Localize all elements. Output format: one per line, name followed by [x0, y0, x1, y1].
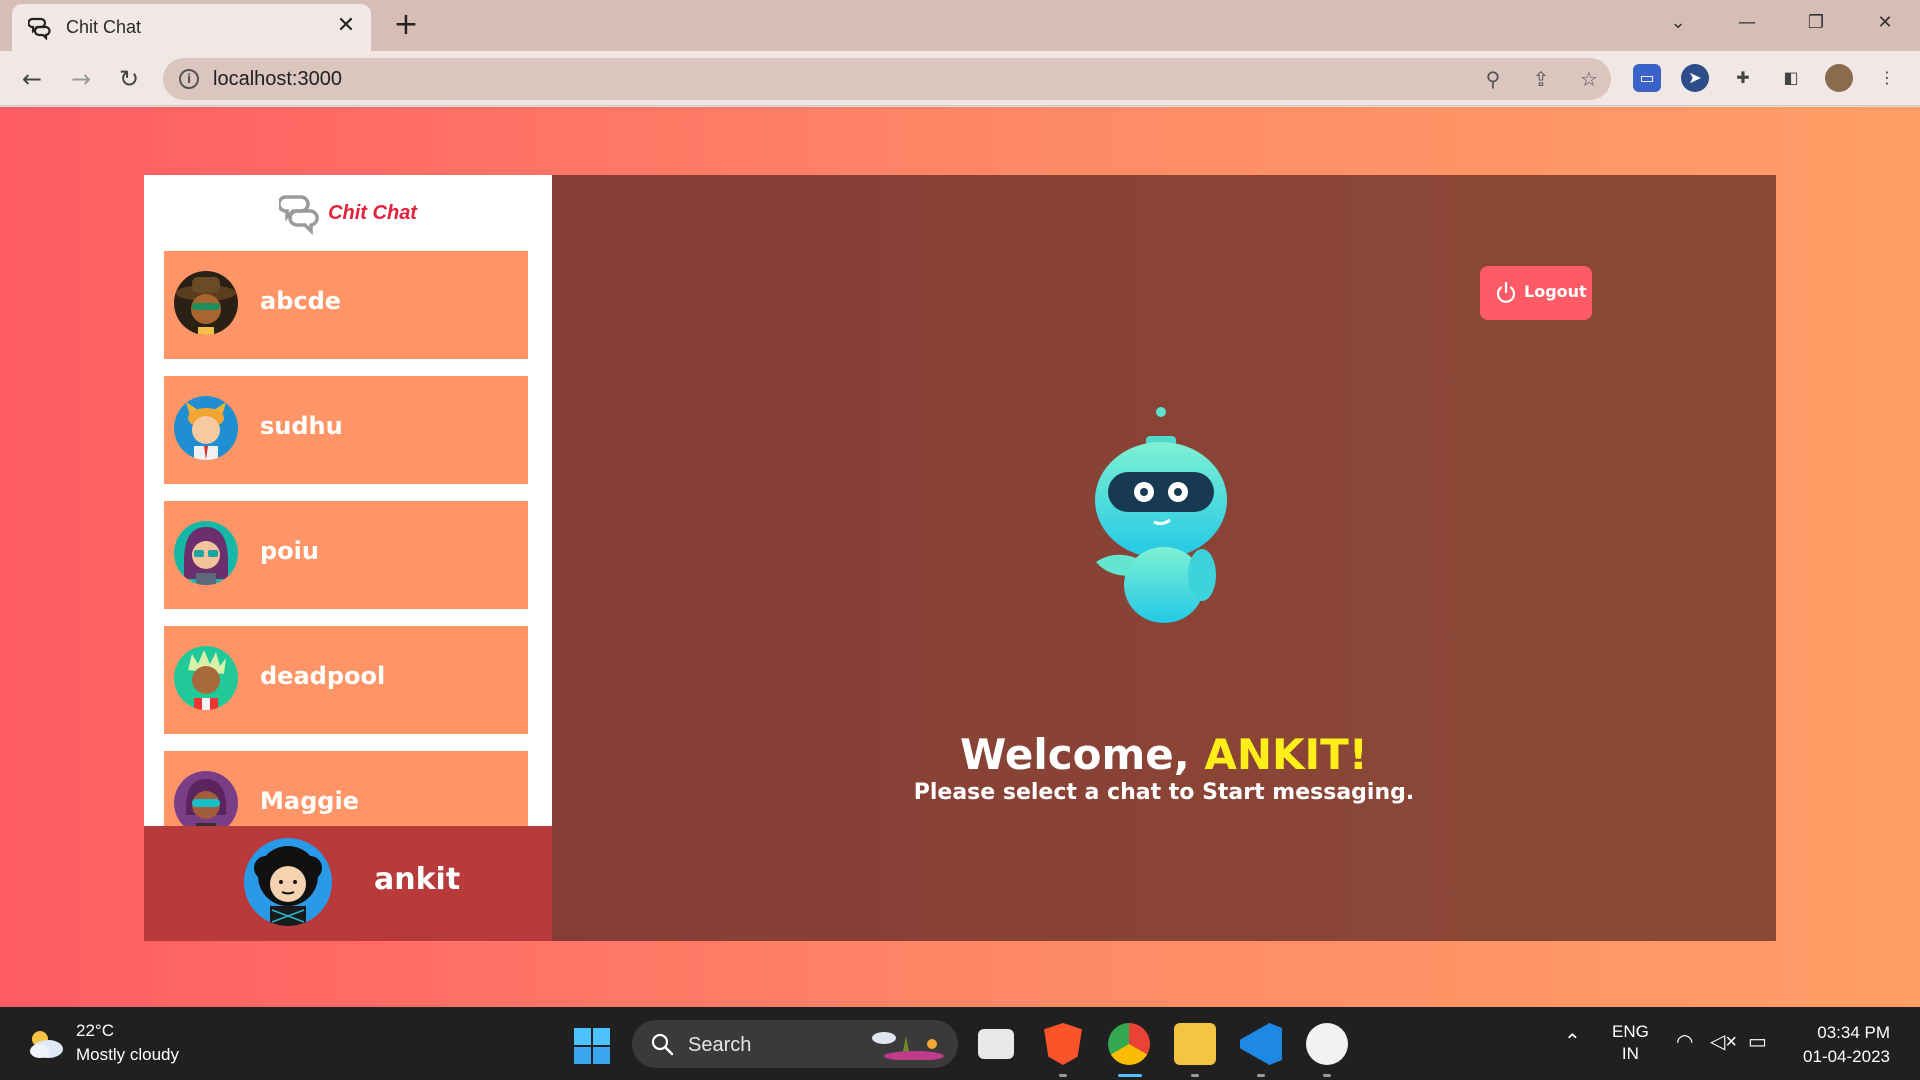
logout-label: Logout [1524, 282, 1587, 301]
close-window-icon[interactable]: ✕ [1862, 8, 1908, 38]
profile-avatar-icon[interactable] [1825, 64, 1853, 92]
file-explorer-icon[interactable] [1174, 1023, 1216, 1065]
show-hidden-icons-chevron-icon[interactable]: ⌃ [1564, 1029, 1581, 1054]
language-top: ENG [1612, 1022, 1649, 1041]
contact-item-deadpool[interactable]: deadpool [164, 626, 528, 734]
clock-time: 03:34 PM [1817, 1023, 1890, 1042]
page-viewport: Chit Chat abcde sudhu poiu deadpool Magg… [0, 107, 1920, 1007]
url-text[interactable]: localhost:3000 [213, 68, 342, 91]
browser-tabstrip: Chit Chat ✕ + ⌄ — ❐ ✕ [0, 0, 1920, 51]
welcome-prefix: Welcome, [960, 730, 1205, 779]
clock-date: 01-04-2023 [1803, 1047, 1890, 1066]
browser-toolbar: ← → ↻ i localhost:3000 ⚲ ⇪ ☆ ▭ ➤ ✚ ◧ ⋮ [0, 51, 1920, 106]
restore-icon[interactable]: ❐ [1793, 8, 1839, 38]
logout-button[interactable]: Logout [1480, 266, 1592, 320]
contact-item-sudhu[interactable]: sudhu [164, 376, 528, 484]
forward-arrow-icon[interactable]: → [65, 63, 97, 95]
volume-muted-icon[interactable]: ◁× [1710, 1029, 1737, 1054]
bookmark-star-icon[interactable]: ☆ [1577, 67, 1601, 91]
task-view-icon[interactable] [978, 1029, 1014, 1059]
contact-item-poiu[interactable]: poiu [164, 501, 528, 609]
tab-close-icon[interactable]: ✕ [333, 13, 359, 39]
brand-header: Chit Chat [144, 191, 552, 239]
taskbar-search-box[interactable]: Search [632, 1020, 958, 1068]
contact-item-maggie[interactable]: Maggie [164, 751, 528, 826]
vscode-running-indicator [1257, 1074, 1265, 1077]
current-user-panel: ankit [144, 826, 552, 941]
brave-running-indicator [1059, 1074, 1067, 1077]
reload-icon[interactable]: ↻ [113, 63, 145, 95]
avatar-blonde-horns-icon [174, 396, 238, 460]
extension-screen-icon[interactable]: ▭ [1633, 64, 1661, 92]
contact-name: deadpool [260, 662, 386, 690]
welcome-subtitle: Please select a chat to Start messaging. [913, 780, 1415, 805]
chat-bubbles-logo-icon [279, 195, 319, 235]
windows-start-icon[interactable] [574, 1028, 610, 1064]
welcome-heading: Welcome, ANKIT! [552, 730, 1776, 779]
language-indicator[interactable]: ENG IN [1612, 1021, 1649, 1065]
browser-tab-active[interactable]: Chit Chat ✕ [12, 4, 371, 51]
search-highlight-decor-icon [872, 1032, 944, 1060]
new-tab-plus-icon[interactable]: + [390, 10, 422, 42]
cloud-sun-weather-icon[interactable] [26, 1027, 66, 1061]
vscode-icon[interactable] [1240, 1023, 1282, 1065]
chat-app-container: Chit Chat abcde sudhu poiu deadpool Magg… [144, 175, 1776, 941]
chrome-icon[interactable] [1108, 1023, 1150, 1065]
chit-chat-favicon-icon [28, 17, 51, 40]
address-bar[interactable]: i localhost:3000 ⚲ ⇪ ☆ [163, 58, 1611, 100]
weather-temperature[interactable]: 22°C [76, 1021, 114, 1041]
explorer-running-indicator [1191, 1074, 1199, 1077]
mongodb-compass-icon[interactable] [1306, 1023, 1348, 1065]
avatar-purple-hair-glasses-icon [174, 521, 238, 585]
brand-name: Chit Chat [328, 201, 417, 224]
contact-name: sudhu [260, 412, 343, 440]
wifi-icon[interactable]: ◠ [1676, 1029, 1693, 1054]
contact-name: Maggie [260, 787, 359, 815]
mongodb-running-indicator [1323, 1074, 1331, 1077]
battery-icon[interactable]: ▭ [1748, 1029, 1767, 1054]
zoom-icon[interactable]: ⚲ [1481, 67, 1505, 91]
welcome-username: ANKIT! [1204, 730, 1368, 779]
chrome-active-indicator [1118, 1074, 1142, 1077]
welcome-panel: Logout Welcome, ANKIT! Please select a c… [552, 175, 1776, 941]
search-icon [651, 1033, 674, 1056]
weather-description[interactable]: Mostly cloudy [76, 1045, 179, 1065]
extensions-puzzle-icon[interactable]: ✚ [1729, 64, 1757, 92]
system-clock[interactable]: 03:34 PM 01-04-2023 [1803, 1021, 1890, 1069]
current-user-name: ankit [374, 862, 461, 897]
contact-list: abcde sudhu poiu deadpool Maggie [164, 251, 528, 826]
contact-item-abcde[interactable]: abcde [164, 251, 528, 359]
back-arrow-icon[interactable]: ← [16, 63, 48, 95]
windows-taskbar: 22°C Mostly cloudy Search ⌃ ENG IN ◠ ◁× … [0, 1007, 1920, 1080]
language-bottom: IN [1621, 1044, 1639, 1063]
power-icon [1496, 281, 1516, 303]
search-label: Search [688, 1034, 752, 1056]
contact-name: poiu [260, 537, 319, 565]
extension-cursor-icon[interactable]: ➤ [1681, 64, 1709, 92]
avatar-green-hair-icon [174, 646, 238, 710]
avatar-purple-visor-icon [174, 771, 238, 826]
site-info-icon[interactable]: i [179, 69, 199, 89]
avatar-curly-hair-icon [244, 838, 332, 926]
minimize-icon[interactable]: — [1724, 8, 1770, 38]
tab-search-chevron-icon[interactable]: ⌄ [1655, 8, 1701, 38]
contact-name: abcde [260, 287, 342, 315]
contacts-sidebar: Chit Chat abcde sudhu poiu deadpool Magg… [144, 175, 552, 941]
side-panel-icon[interactable]: ◧ [1777, 64, 1805, 92]
share-icon[interactable]: ⇪ [1529, 67, 1553, 91]
robot-mascot-icon [1095, 407, 1227, 623]
avatar-cowboy-hat-sunglasses-icon [174, 271, 238, 335]
brave-browser-icon[interactable] [1044, 1023, 1082, 1065]
menu-kebab-icon[interactable]: ⋮ [1873, 64, 1901, 92]
tab-title: Chit Chat [66, 17, 142, 37]
